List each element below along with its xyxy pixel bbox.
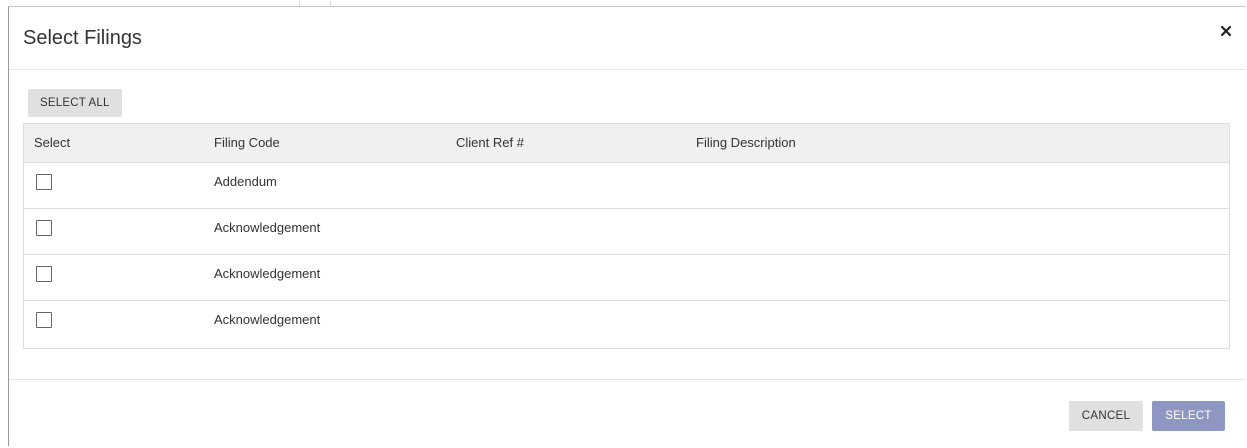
- filing-code-cell: Acknowledgement: [214, 312, 321, 327]
- column-header-client-ref[interactable]: Client Ref #: [456, 124, 524, 162]
- filing-code-cell: Acknowledgement: [214, 266, 321, 281]
- dialog-title: Select Filings: [23, 27, 142, 49]
- table-row[interactable]: Acknowledgement: [24, 209, 1229, 255]
- dialog-header: Select Filings: [9, 7, 1246, 70]
- column-header-filing-code[interactable]: Filing Code: [214, 124, 280, 162]
- table-row[interactable]: Acknowledgement: [24, 255, 1229, 301]
- close-icon[interactable]: [1220, 25, 1234, 39]
- filings-table: Select Filing Code Client Ref # Filing D…: [23, 123, 1230, 349]
- select-all-button[interactable]: SELECT ALL: [28, 89, 122, 117]
- column-header-select: Select: [34, 135, 71, 150]
- select-button[interactable]: SELECT: [1152, 401, 1225, 431]
- table-row[interactable]: Addendum: [24, 163, 1229, 209]
- column-header-filing-description[interactable]: Filing Description: [696, 124, 796, 162]
- filing-code-cell: Addendum: [214, 174, 277, 189]
- row-checkbox[interactable]: [36, 312, 52, 328]
- cancel-button[interactable]: CANCEL: [1069, 401, 1143, 431]
- row-checkbox[interactable]: [36, 220, 52, 236]
- table-header-row: Select Filing Code Client Ref # Filing D…: [24, 124, 1229, 163]
- table-row[interactable]: Acknowledgement: [24, 301, 1229, 348]
- row-checkbox[interactable]: [36, 266, 52, 282]
- select-filings-dialog: Select Filings SELECT ALL Select Filing …: [8, 1, 1246, 448]
- row-checkbox[interactable]: [36, 174, 52, 190]
- dialog-footer: CANCEL SELECT: [9, 379, 1246, 448]
- filing-code-cell: Acknowledgement: [214, 220, 321, 235]
